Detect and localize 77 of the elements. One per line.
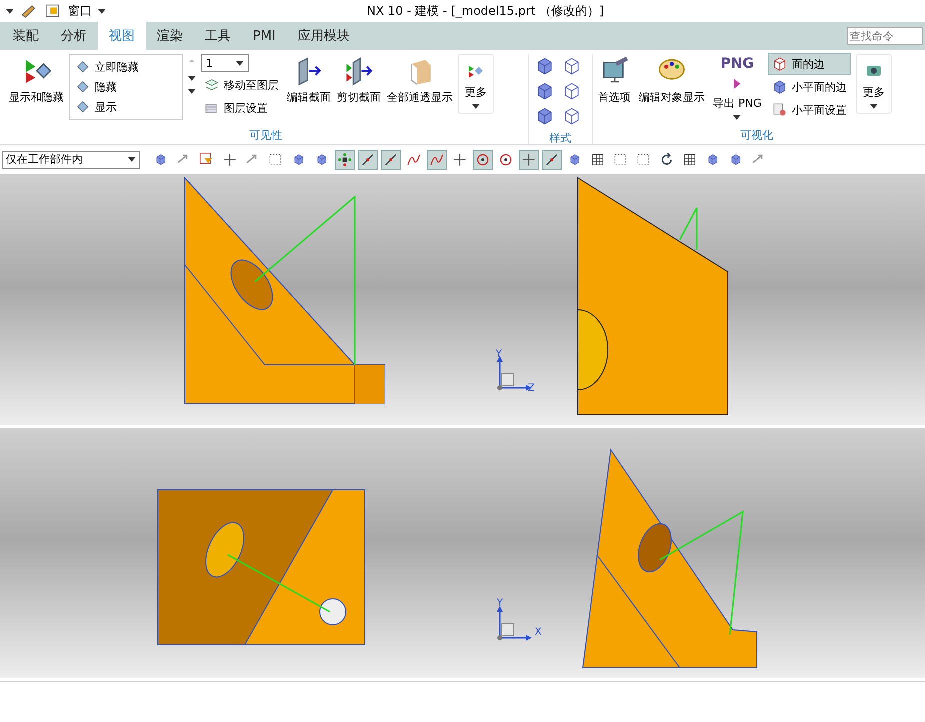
toolbar-button[interactable] — [473, 150, 493, 170]
crosshair-icon — [222, 152, 238, 168]
toolbar-button[interactable] — [381, 150, 401, 170]
ribbon-tab[interactable]: 装配 — [2, 22, 50, 50]
group-label: 可视化 — [740, 128, 774, 144]
ribbon-tab[interactable]: 渲染 — [146, 22, 194, 50]
group-label: 可见性 — [248, 128, 284, 144]
toolbar-button[interactable] — [335, 150, 355, 170]
ribbon-tab[interactable]: 分析 — [50, 22, 98, 50]
diamond-icon — [75, 59, 91, 75]
visibility-list-item[interactable]: 立即隐藏 — [72, 57, 180, 77]
axis-label: Y — [496, 349, 502, 360]
png-glyph: PNG — [720, 56, 754, 72]
cube-icon — [535, 56, 555, 76]
crosshair-icon — [521, 152, 537, 168]
caret-icon — [128, 157, 136, 162]
ribbon-tab[interactable]: 视图 — [98, 22, 146, 50]
facet-settings-button[interactable]: 小平面设置 — [768, 100, 850, 120]
cube-icon — [535, 106, 555, 126]
edit-section-button[interactable]: 编辑截面 — [286, 54, 332, 107]
more-button[interactable]: 更多 — [856, 54, 892, 114]
layers-icon — [204, 77, 220, 93]
diamond-icon — [75, 99, 91, 115]
axis-label: X — [535, 627, 542, 638]
coordinate-triad-drawing — [497, 606, 532, 641]
facet-edges-button[interactable]: 小平面的边 — [768, 77, 850, 97]
toolbar-button[interactable] — [542, 150, 562, 170]
toolbar-button[interactable] — [427, 150, 447, 170]
section-plane-icon — [344, 56, 374, 86]
axis-label: Y — [497, 598, 504, 609]
move-to-layer-button[interactable]: 移动至图层 — [201, 75, 282, 95]
visibility-list-item[interactable]: 隐藏 — [72, 77, 180, 97]
ribbon-tab[interactable]: 工具 — [194, 22, 242, 50]
snap-points-icon — [337, 152, 353, 168]
line-icon — [360, 152, 376, 168]
search-field[interactable]: 查找命令 — [847, 27, 923, 45]
cube-icon — [772, 79, 788, 95]
diamond-icon — [75, 79, 91, 95]
caret-icon — [870, 104, 878, 109]
caret-icon — [236, 60, 244, 66]
cube-outline-icon — [772, 56, 788, 72]
line-icon — [544, 152, 560, 168]
selection-box-icon — [636, 152, 652, 168]
export-png-button[interactable]: PNG 导出 PNG — [712, 54, 763, 122]
grid-icon — [682, 152, 698, 168]
toolbar-button[interactable] — [358, 150, 378, 170]
circle-icon — [498, 152, 514, 168]
cube-icon — [535, 81, 555, 101]
face-edges-button[interactable]: 面的边 — [768, 54, 850, 74]
group-label: 样式 — [548, 131, 572, 146]
caret-icon — [733, 115, 742, 120]
see-through-button[interactable]: 全部通透显示 — [386, 54, 454, 107]
toolbar-button[interactable] — [519, 150, 539, 170]
preferences-button[interactable]: 首选项 — [597, 54, 632, 107]
visibility-list-item[interactable]: 显示 — [72, 97, 180, 117]
line-icon — [383, 152, 399, 168]
show-hide-button[interactable]: 显示和隐藏 — [8, 54, 65, 107]
edit-object-display-button[interactable]: 编辑对象显示 — [638, 54, 706, 107]
selection-filter-dropdown[interactable]: 仅在工作部件内 — [2, 150, 140, 168]
layer-settings-button[interactable]: 图层设置 — [201, 98, 282, 118]
caret-icon — [6, 8, 14, 14]
more-button[interactable]: 更多 — [458, 54, 494, 114]
clip-section-button[interactable]: 剪切截面 — [336, 54, 382, 107]
ribbon-tab[interactable]: 应用模块 — [286, 22, 361, 50]
window-menu[interactable]: 窗口 — [68, 2, 92, 20]
selection-box-icon — [268, 152, 284, 168]
caret-icon — [472, 104, 480, 109]
ribbon-tab[interactable]: PMI — [242, 22, 287, 50]
layer-dropdown[interactable]: 1 — [201, 54, 249, 72]
rotate-icon — [659, 152, 675, 168]
selection-box-icon — [613, 152, 629, 168]
caret-icon — [98, 8, 106, 14]
crosshair-icon — [452, 152, 468, 168]
window-title: NX 10 - 建模 - [_model15.prt （修改的）] — [367, 2, 604, 20]
circle-icon — [475, 152, 491, 168]
grid-icon — [590, 152, 606, 168]
settings-icon — [772, 102, 788, 118]
